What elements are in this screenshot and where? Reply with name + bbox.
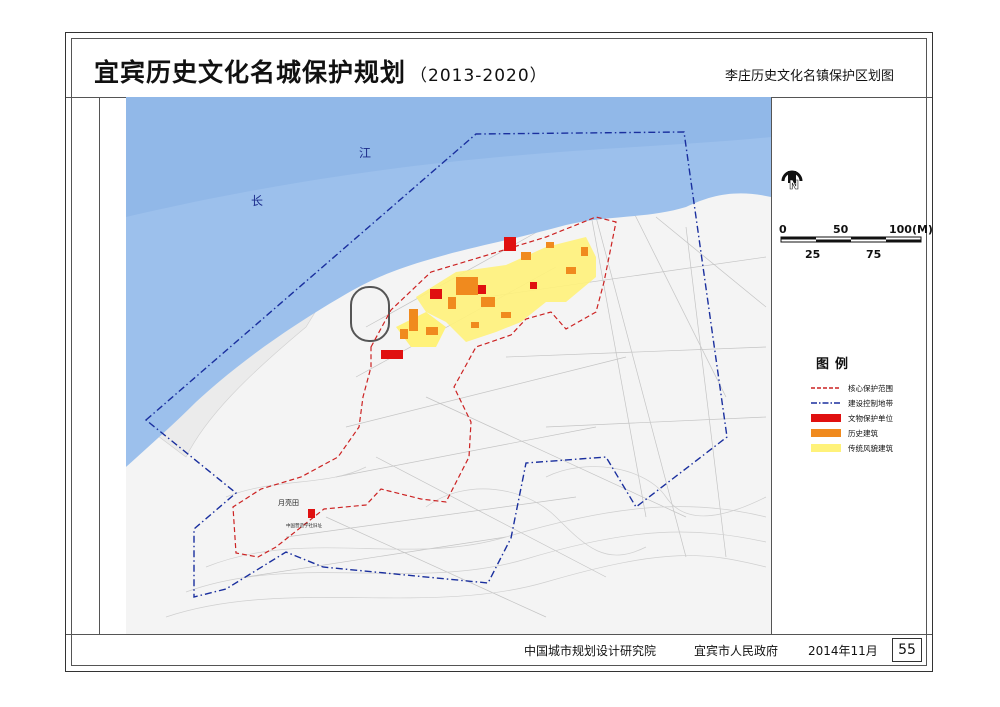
legend-swatch-control	[811, 402, 841, 404]
scale-label-75: 75	[866, 248, 882, 261]
legend-title: 图例	[816, 357, 855, 372]
map-svg: 长 江 月亮田 中国营造学社旧址	[126, 97, 771, 634]
legend-label-control: 建设控制地带	[848, 399, 893, 408]
legend-swatch-historic	[811, 429, 841, 437]
footer-date: 2014年11月	[808, 644, 878, 658]
north-letter: N	[789, 178, 799, 192]
scale-label-0: 0	[779, 223, 787, 236]
legend-swatch-traditional	[811, 444, 841, 452]
map-area: 长 江 月亮田 中国营造学社旧址	[126, 97, 771, 634]
title-years: （2013-2020）	[410, 66, 548, 86]
scale-label-25: 25	[805, 248, 821, 261]
footer: 中国城市规划设计研究院 宜宾市人民政府 2014年11月 55	[66, 634, 932, 663]
place-label: 月亮田	[278, 498, 299, 507]
scale-label-100: 100(M)	[889, 223, 933, 236]
map-left-border	[99, 97, 100, 634]
title-text: 宜宾历史文化名城保护规划	[94, 58, 407, 87]
site-label: 中国营造学社旧址	[286, 522, 322, 529]
river-label-1: 长	[251, 194, 263, 208]
side-panel: N 0 50 100(M) 25 75 图例 核心保护范围 建设控制地带 文物保…	[771, 97, 933, 634]
north-scale-graphic: N	[780, 170, 922, 243]
scale-label-50: 50	[833, 223, 849, 236]
legend-swatch-relic	[811, 414, 841, 422]
footer-org-1: 中国城市规划设计研究院	[524, 644, 657, 658]
legend-label-core: 核心保护范围	[848, 384, 893, 393]
legend-label-traditional: 传统风貌建筑	[848, 444, 893, 453]
page-title: 宜宾历史文化名城保护规划 （2013-2020）	[94, 53, 548, 89]
legend-swatch-core	[811, 387, 841, 389]
page-number: 55	[892, 638, 922, 662]
map-subtitle: 李庄历史文化名镇保护区划图	[724, 69, 894, 84]
scale-bar	[780, 236, 922, 243]
footer-org-2: 宜宾市人民政府	[694, 644, 779, 658]
drawing-frame: 宜宾历史文化名城保护规划 （2013-2020） 李庄历史文化名镇保护区划图 长…	[65, 32, 933, 672]
river-label-2: 江	[359, 146, 371, 160]
legend-label-historic: 历史建筑	[848, 429, 878, 438]
legend-label-relic: 文物保护单位	[848, 414, 893, 423]
